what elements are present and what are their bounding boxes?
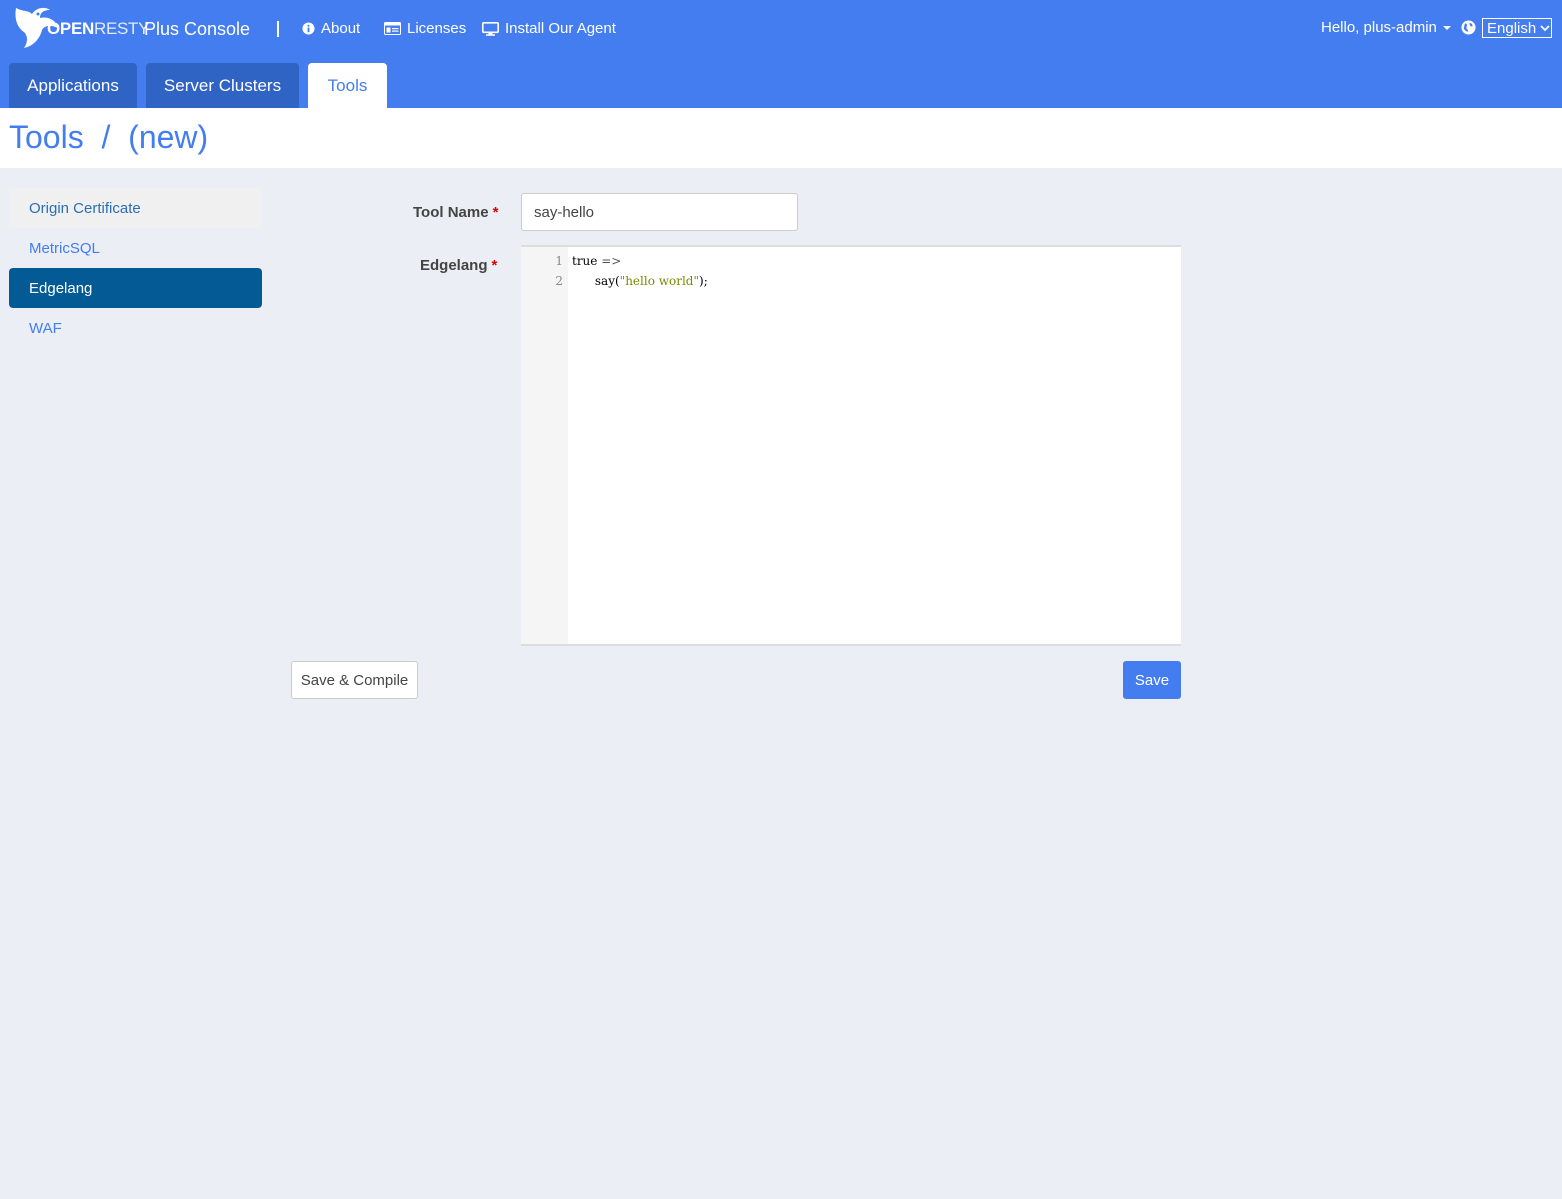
tab-applications[interactable]: Applications <box>9 63 137 108</box>
licenses-link-label: Licenses <box>407 20 467 37</box>
edgelang-label-text: Edgelang <box>420 257 488 274</box>
chevron-down-icon <box>1540 24 1550 31</box>
page-header <box>0 108 1562 168</box>
code-line: true => <box>572 254 621 268</box>
code-tail: ); <box>699 274 708 288</box>
edgelang-code-editor[interactable]: 1 2 true => say("hello world"); <box>521 245 1181 646</box>
install-agent-link[interactable]: Install Our Agent <box>482 20 616 37</box>
code-line: say("hello world"); <box>572 274 708 288</box>
required-marker: * <box>491 257 498 274</box>
code-keyword: true <box>572 254 598 268</box>
line-number: 2 <box>555 274 563 288</box>
line-number-gutter: 1 2 <box>521 247 568 644</box>
install-agent-link-label: Install Our Agent <box>505 20 616 37</box>
tool-name-input[interactable] <box>521 193 798 231</box>
tool-name-label-text: Tool Name <box>413 204 489 221</box>
globe-icon <box>1461 20 1476 35</box>
save-button[interactable]: Save <box>1123 661 1181 699</box>
sidebar-item-origin-certificate[interactable]: Origin Certificate <box>9 188 262 228</box>
info-circle-icon <box>302 22 315 35</box>
page-title: Tools / (new) <box>9 119 209 155</box>
brand-wordmark-open: OPEN <box>47 19 94 38</box>
tool-name-label: Tool Name * <box>413 204 498 221</box>
id-card-icon <box>384 22 401 35</box>
brand-wordmark: OPENRESTY <box>47 19 149 39</box>
code-operator: => <box>597 254 622 268</box>
top-navbar: OPENRESTY Plus Console About Licenses In… <box>0 0 1562 108</box>
language-select-value: English <box>1487 19 1537 37</box>
line-number: 1 <box>555 254 563 268</box>
licenses-link[interactable]: Licenses <box>384 20 466 37</box>
sidebar-item-waf[interactable]: WAF <box>9 308 262 348</box>
save-compile-button[interactable]: Save & Compile <box>291 661 418 699</box>
user-greeting: Hello, plus-admin <box>1321 19 1437 36</box>
header-divider <box>277 21 279 37</box>
about-link[interactable]: About <box>302 20 360 37</box>
caret-down-icon <box>1442 25 1451 30</box>
tab-server-clusters[interactable]: Server Clusters <box>146 63 299 108</box>
desktop-icon <box>482 21 499 36</box>
required-marker: * <box>492 204 499 221</box>
sidebar-item-edgelang[interactable]: Edgelang <box>9 268 262 308</box>
tab-tools[interactable]: Tools <box>308 63 387 108</box>
language-select[interactable]: English <box>1482 18 1552 38</box>
user-menu-dropdown[interactable]: Hello, plus-admin <box>1321 19 1451 36</box>
brand-logo[interactable]: OPENRESTY Plus Console <box>10 0 250 56</box>
code-string: "hello world" <box>619 274 700 288</box>
code-call: say( <box>572 274 620 288</box>
brand-wordmark-resty: RESTY <box>93 19 150 38</box>
app-title: Plus Console <box>144 19 251 39</box>
about-link-label: About <box>321 20 361 37</box>
sidebar-item-metricsql[interactable]: MetricSQL <box>9 228 262 268</box>
edgelang-label: Edgelang * <box>420 257 497 274</box>
